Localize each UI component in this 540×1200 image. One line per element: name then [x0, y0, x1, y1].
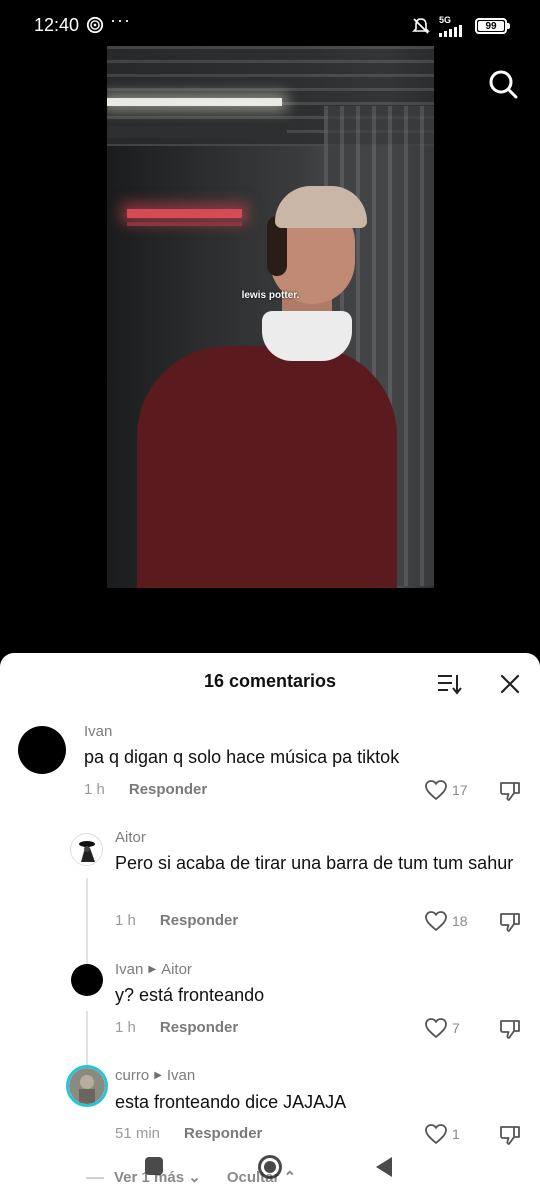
comment-time: 51 min: [115, 1125, 161, 1142]
like-button[interactable]: 1: [424, 1123, 460, 1145]
comment-username[interactable]: Aitor: [115, 829, 146, 846]
comment-text: esta fronteando dice JAJAJA: [115, 1092, 347, 1112]
comments-panel: 16 comentarios Ivan pa q digan q solo ha…: [0, 653, 540, 1200]
close-icon[interactable]: [499, 673, 521, 695]
chevron-up-icon: ⌃: [283, 1169, 297, 1186]
dislike-button[interactable]: [498, 779, 522, 803]
reply-arrow-icon: ▶: [154, 1070, 162, 1081]
recents-nav-button[interactable]: [145, 1157, 163, 1175]
heart-icon: [425, 911, 447, 932]
video-scene-red-light: [127, 209, 242, 218]
avatar[interactable]: [70, 833, 103, 866]
avatar-image: [79, 841, 95, 862]
avatar[interactable]: [71, 964, 103, 996]
username-text[interactable]: Ivan: [84, 723, 112, 740]
comment-meta: 1 h Responder: [115, 1019, 238, 1036]
thread-line: [86, 1011, 88, 1071]
username-text[interactable]: curro: [115, 1067, 149, 1084]
video-scene-light: [107, 98, 282, 106]
username-text[interactable]: Ivan: [115, 961, 143, 978]
sort-icon[interactable]: [437, 672, 463, 696]
comment-time: 1 h: [115, 1019, 136, 1036]
dislike-icon: [500, 1020, 520, 1039]
comment-meta: 1 h Responder: [115, 912, 238, 929]
reply-button[interactable]: Responder: [160, 912, 238, 929]
dislike-button[interactable]: [498, 1123, 522, 1147]
video-person-collar: [262, 311, 352, 361]
video-scene-red-light-2: [127, 222, 242, 226]
reply-button[interactable]: Responder: [129, 781, 207, 798]
heart-icon: [425, 1018, 447, 1039]
chevron-down-icon: ⌄: [188, 1169, 201, 1186]
wifi-icon: [86, 16, 104, 34]
video-person-body: [137, 346, 397, 588]
avatar[interactable]: [66, 1065, 108, 1107]
search-icon[interactable]: [487, 68, 519, 100]
status-indicators: 5G 99: [411, 14, 510, 38]
video-player[interactable]: lewis potter.: [107, 46, 434, 588]
battery-icon: 99: [475, 18, 510, 34]
heart-icon: [425, 780, 447, 801]
like-count: 7: [452, 1020, 460, 1036]
avatar[interactable]: [18, 726, 66, 774]
reply-arrow-icon: ▶: [148, 964, 157, 975]
comment-text: pa q digan q solo hace música pa tiktok: [84, 747, 400, 767]
battery-text: 99: [485, 20, 497, 32]
signal-icon: 5G: [439, 14, 467, 37]
network-label: 5G: [439, 14, 452, 25]
comment-text: y? está fronteando: [115, 985, 265, 1005]
dislike-icon: [500, 782, 520, 801]
username-text[interactable]: Aitor: [115, 829, 146, 846]
like-button[interactable]: 17: [424, 779, 468, 801]
back-nav-button[interactable]: [376, 1157, 392, 1177]
thread-line: [86, 878, 88, 968]
thread-divider: [86, 1177, 104, 1179]
comment-username[interactable]: Ivan ▶ Aitor: [115, 961, 192, 978]
heart-icon: [425, 1124, 447, 1145]
like-button[interactable]: 18: [424, 910, 468, 932]
dislike-icon: [500, 913, 520, 932]
dislike-icon: [500, 1126, 520, 1145]
comment-meta: 1 h Responder: [84, 781, 207, 798]
avatar-image: [69, 1068, 105, 1104]
reply-to-text[interactable]: Ivan: [167, 1067, 195, 1084]
comment-username[interactable]: curro ▶ Ivan: [115, 1067, 195, 1084]
dislike-button[interactable]: [498, 910, 522, 934]
like-button[interactable]: 7: [424, 1017, 460, 1039]
silent-icon: [412, 18, 430, 34]
like-count: 18: [452, 913, 468, 929]
comment-text: Pero si acaba de tirar una barra de tum …: [115, 853, 514, 873]
status-time: 12:40: [34, 15, 80, 35]
reply-button[interactable]: Responder: [184, 1125, 262, 1142]
video-caption: lewis potter.: [241, 290, 300, 301]
comment-time: 1 h: [115, 912, 136, 929]
comment-time: 1 h: [84, 781, 105, 798]
reply-to-text[interactable]: Aitor: [161, 961, 192, 978]
like-count: 1: [452, 1126, 460, 1142]
video-scene-fixture: [107, 126, 287, 138]
reply-button[interactable]: Responder: [160, 1019, 238, 1036]
comment-meta: 51 min Responder: [115, 1125, 262, 1142]
home-nav-button[interactable]: [258, 1155, 282, 1179]
dislike-button[interactable]: [498, 1017, 522, 1041]
comment-username[interactable]: Ivan: [84, 723, 112, 740]
like-count: 17: [452, 782, 468, 798]
status-more-dots: ···: [110, 10, 131, 30]
